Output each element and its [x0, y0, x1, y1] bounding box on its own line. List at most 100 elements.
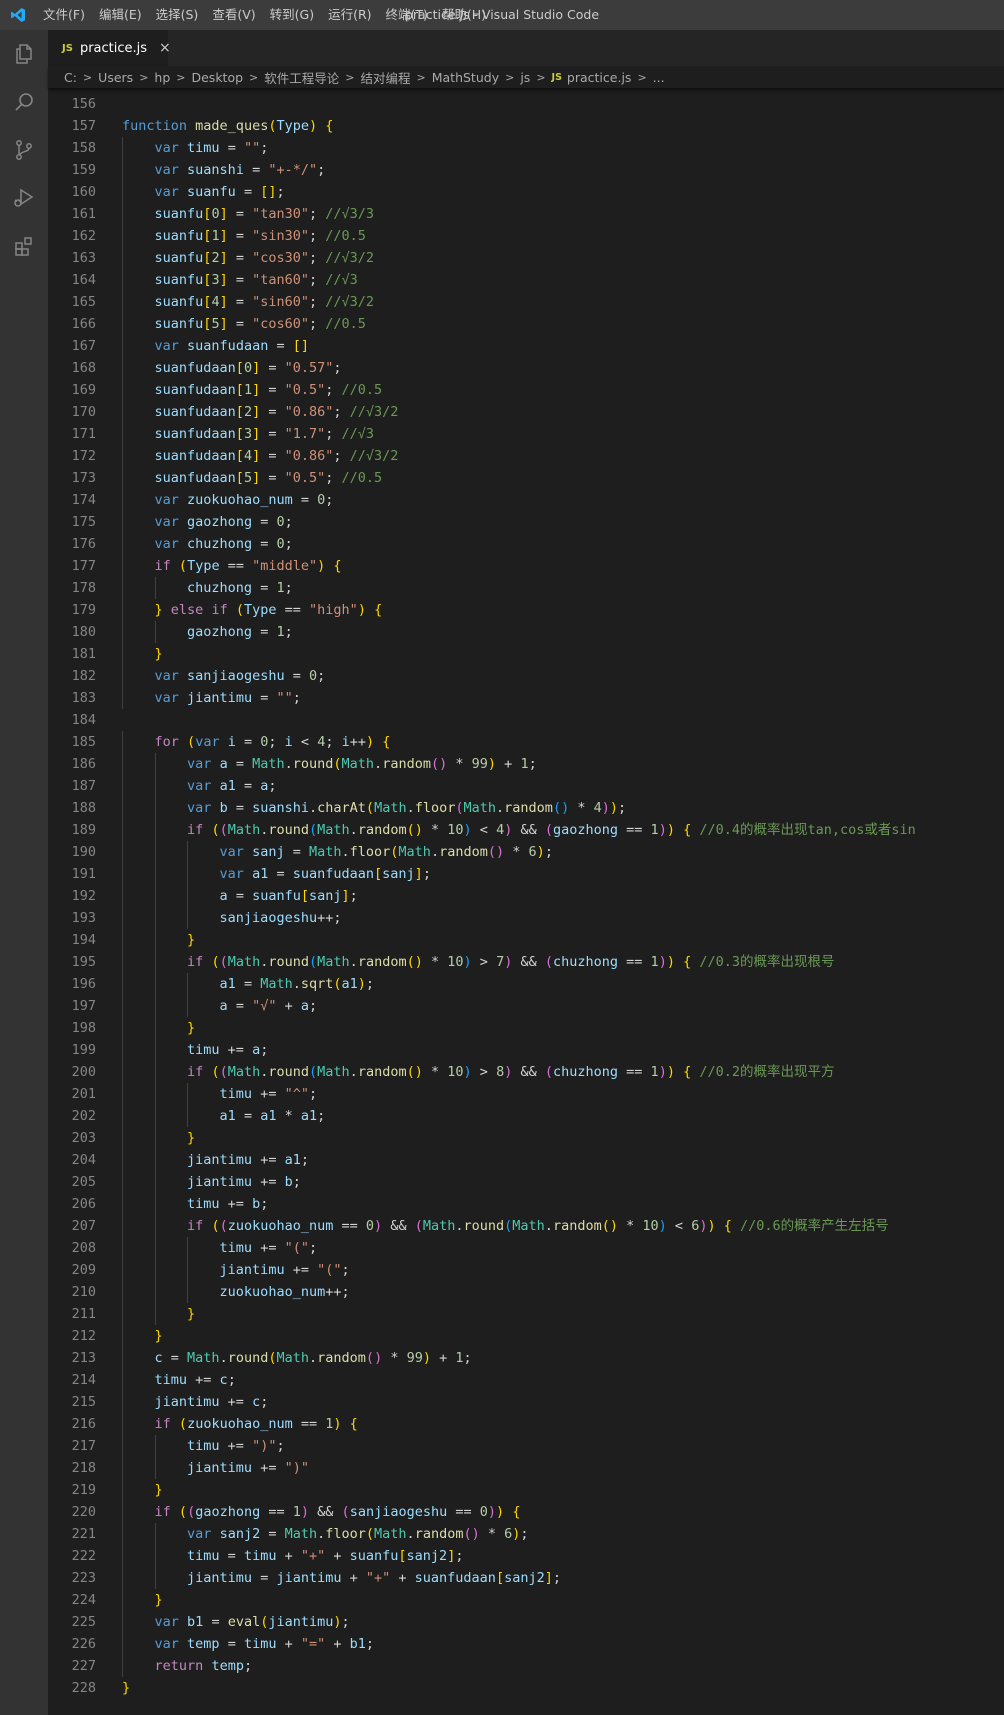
line-number: 179	[71, 602, 96, 618]
code-text: jiantimu += b;	[187, 1174, 301, 1190]
code-text: suanfudaan[0] = "0.57";	[154, 360, 342, 376]
search-icon[interactable]	[0, 78, 48, 126]
line-number: 161	[71, 206, 96, 222]
code-text: sanjiaogeshu++;	[219, 910, 342, 926]
menu-item[interactable]: 转到(G)	[263, 0, 321, 30]
breadcrumb-item[interactable]: Users	[98, 70, 133, 85]
code-text: suanfudaan[5] = "0.5"; //0.5	[154, 470, 383, 486]
chevron-right-icon: >	[176, 70, 186, 84]
breadcrumb-item[interactable]: C:	[64, 70, 77, 85]
menu-item[interactable]: 文件(F)	[36, 0, 92, 30]
code-text: }	[154, 646, 163, 662]
extensions-icon[interactable]	[0, 222, 48, 270]
code-text: }	[154, 1592, 163, 1608]
line-number: 192	[71, 888, 96, 904]
code-text: suanfudaan[4] = "0.86"; //√3/2	[154, 448, 399, 464]
line-number: 209	[71, 1262, 96, 1278]
code-text: timu = timu + "+" + suanfu[sanj2];	[187, 1548, 464, 1564]
breadcrumb-item[interactable]: hp	[154, 70, 170, 85]
breadcrumb-item[interactable]: 软件工程导论	[264, 68, 339, 87]
code-text: jiantimu = jiantimu + "+" + suanfudaan[s…	[187, 1570, 561, 1586]
code-text: }	[187, 932, 196, 948]
line-number: 189	[71, 822, 96, 838]
code-text: suanfudaan[1] = "0.5"; //0.5	[154, 382, 383, 398]
line-number: 207	[71, 1218, 96, 1234]
code-text: var a1 = a;	[187, 778, 277, 794]
breadcrumb-item[interactable]: 结对编程	[361, 68, 411, 87]
line-number: 212	[71, 1328, 96, 1344]
line-number: 182	[71, 668, 96, 684]
source-control-icon[interactable]	[0, 126, 48, 174]
code-text: jiantimu += a1;	[187, 1152, 309, 1168]
breadcrumb-item[interactable]: MathStudy	[432, 70, 499, 85]
code-text: return temp;	[154, 1658, 253, 1674]
run-debug-icon[interactable]	[0, 174, 48, 222]
files-icon[interactable]	[0, 30, 48, 78]
line-number: 187	[71, 778, 96, 794]
breadcrumb-item[interactable]: ...	[653, 70, 665, 85]
line-number: 224	[71, 1592, 96, 1608]
breadcrumb-item[interactable]: practice.js	[567, 70, 632, 85]
code-text: timu += a;	[187, 1042, 269, 1058]
title-bar: 文件(F) 编辑(E) 选择(S) 查看(V) 转到(G) 运行(R) 终端(T) 帮助(H)…	[0, 0, 1004, 30]
close-icon[interactable]: ×	[159, 40, 171, 56]
breadcrumb-item[interactable]: Desktop	[191, 70, 243, 85]
line-number: 196	[71, 976, 96, 992]
line-number: 215	[71, 1394, 96, 1410]
tab-bar: JS practice.js ×	[48, 30, 1004, 66]
line-number: 172	[71, 448, 96, 464]
menu-item[interactable]: 编辑(E)	[92, 0, 149, 30]
menu-item[interactable]: 帮助(H)	[435, 0, 493, 30]
line-number: 188	[71, 800, 96, 816]
code-text: suanfu[2] = "cos30"; //√3/2	[154, 250, 375, 266]
code-text: timu += "(";	[219, 1240, 318, 1256]
line-number: 201	[71, 1086, 96, 1102]
line-number: 186	[71, 756, 96, 772]
chevron-right-icon: >	[139, 70, 149, 84]
chevron-right-icon: >	[505, 70, 515, 84]
menu-item[interactable]: 查看(V)	[205, 0, 262, 30]
code-editor[interactable]: 156 157 function made_ques(Type) {158 var …	[48, 88, 1004, 1715]
line-number: 162	[71, 228, 96, 244]
code-text: timu += c;	[154, 1372, 236, 1388]
menu-item[interactable]: 终端(T)	[379, 0, 435, 30]
line-number: 184	[71, 712, 96, 728]
chevron-right-icon: >	[416, 70, 426, 84]
line-number: 223	[71, 1570, 96, 1586]
activity-bar	[0, 30, 48, 1715]
code-text: c = Math.round(Math.random() * 99) + 1;	[154, 1350, 472, 1366]
breadcrumb-item[interactable]: js	[520, 70, 530, 85]
menu-item[interactable]: 运行(R)	[321, 0, 378, 30]
line-number: 210	[71, 1284, 96, 1300]
line-number: 214	[71, 1372, 96, 1388]
code-text: gaozhong = 1;	[187, 624, 293, 640]
line-number: 165	[71, 294, 96, 310]
code-text: }	[122, 1680, 131, 1696]
tab-practice-js[interactable]: JS practice.js ×	[48, 30, 171, 66]
code-text: suanfu[4] = "sin60"; //√3/2	[154, 294, 375, 310]
code-text: }	[187, 1306, 196, 1322]
js-file-icon: JS	[62, 42, 73, 54]
code-text: a = "√" + a;	[219, 998, 318, 1014]
code-text: if ((zuokuohao_num == 0) && (Math.round(…	[187, 1218, 889, 1234]
breadcrumb: C: > Users > hp > Desktop > 软件工程导论 > 结对编程 > MathStud…	[48, 66, 1004, 88]
code-text: suanfu[0] = "tan30"; //√3/3	[154, 206, 375, 222]
chevron-right-icon: >	[345, 70, 355, 84]
code-text: suanfudaan[2] = "0.86"; //√3/2	[154, 404, 399, 420]
menu-item[interactable]: 选择(S)	[149, 0, 206, 30]
code-text: } else if (Type == "high") {	[154, 602, 383, 618]
line-number: 213	[71, 1350, 96, 1366]
code-text: var chuzhong = 0;	[154, 536, 293, 552]
line-number: 190	[71, 844, 96, 860]
code-text: if (Type == "middle") {	[154, 558, 342, 574]
line-number: 157	[71, 118, 96, 134]
code-text: var sanj2 = Math.floor(Math.random() * 6…	[187, 1526, 529, 1542]
line-number: 185	[71, 734, 96, 750]
vscode-logo-icon[interactable]	[0, 0, 36, 30]
line-number: 175	[71, 514, 96, 530]
code-text: jiantimu += "(";	[219, 1262, 350, 1278]
code-text: a = suanfu[sanj];	[219, 888, 358, 904]
line-number: 171	[71, 426, 96, 442]
code-text: if (zuokuohao_num == 1) {	[154, 1416, 358, 1432]
code-text: var zuokuohao_num = 0;	[154, 492, 334, 508]
